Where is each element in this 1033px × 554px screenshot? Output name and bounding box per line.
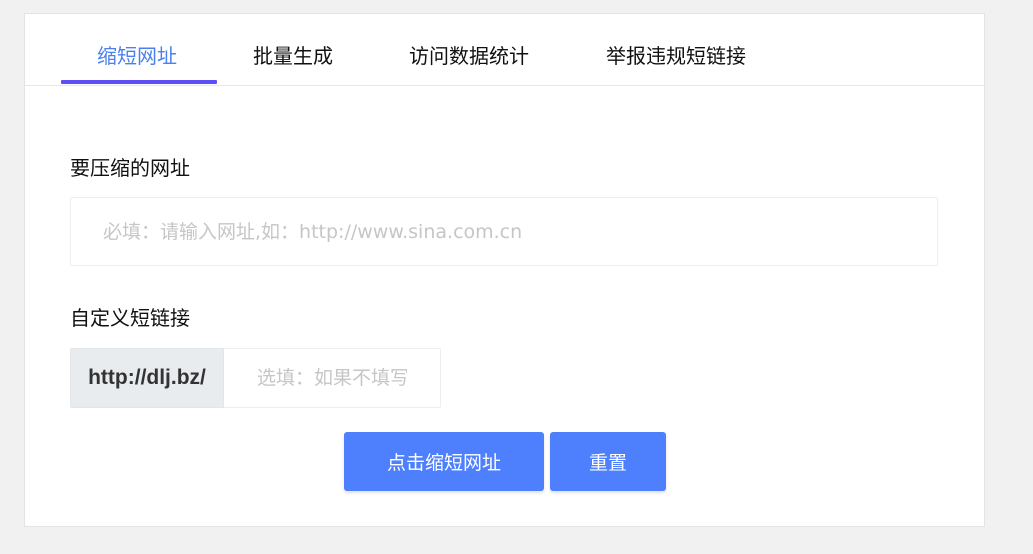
tab-visit-statistics[interactable]: 访问数据统计 bbox=[409, 42, 529, 70]
active-tab-indicator bbox=[61, 80, 217, 84]
reset-button[interactable]: 重置 bbox=[550, 432, 666, 491]
shorten-url-button[interactable]: 点击缩短网址 bbox=[344, 432, 544, 491]
main-card: 缩短网址 批量生成 访问数据统计 举报违规短链接 要压缩的网址 自定义短链接 h… bbox=[24, 13, 985, 527]
custom-suffix-input[interactable] bbox=[224, 348, 441, 408]
tab-bar: 缩短网址 批量生成 访问数据统计 举报违规短链接 bbox=[25, 14, 984, 86]
url-input[interactable] bbox=[70, 197, 938, 266]
custom-link-label: 自定义短链接 bbox=[70, 306, 190, 330]
tab-batch-generate[interactable]: 批量生成 bbox=[253, 42, 333, 70]
url-field-label: 要压缩的网址 bbox=[70, 156, 190, 180]
tab-report-link[interactable]: 举报违规短链接 bbox=[606, 42, 746, 70]
short-domain-prefix: http://dlj.bz/ bbox=[70, 348, 224, 408]
tab-shorten-url[interactable]: 缩短网址 bbox=[97, 42, 177, 70]
